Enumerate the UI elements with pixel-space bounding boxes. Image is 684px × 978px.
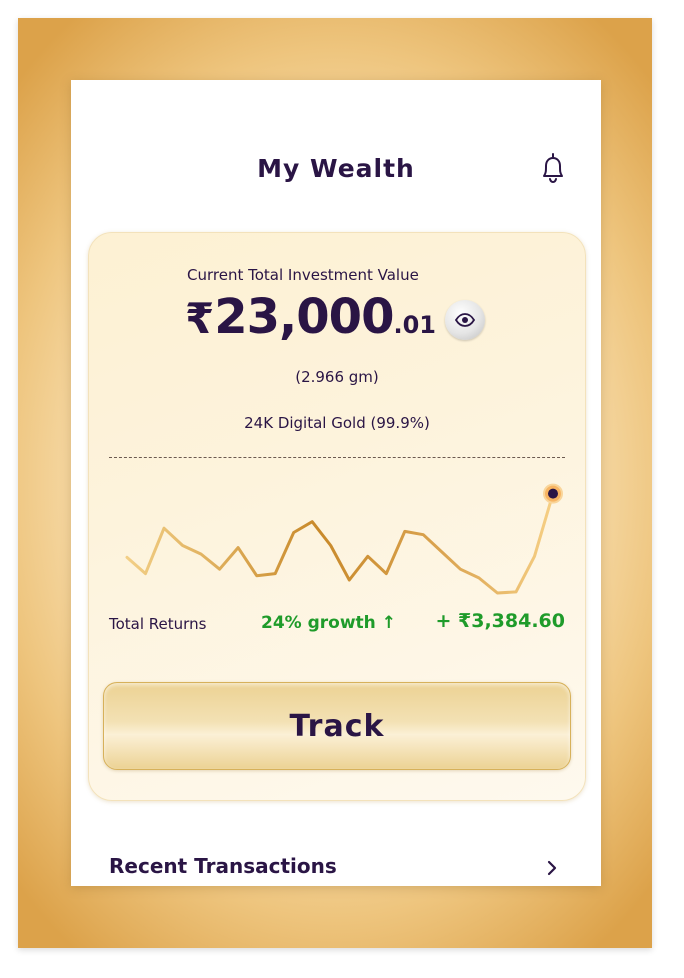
sparkline-line (125, 492, 555, 595)
chevron-right-icon[interactable] (545, 859, 559, 877)
gold-purity: 24K Digital Gold (99.9%) (244, 414, 430, 432)
page-title: My Wealth (257, 154, 415, 183)
amount-decimal: .01 (393, 311, 436, 339)
eye-icon (455, 313, 475, 327)
bell-icon[interactable] (537, 152, 569, 186)
wealth-card: Current Total Investment Value ₹23,000.0… (88, 232, 586, 801)
gold-weight: (2.966 gm) (295, 368, 379, 386)
recent-transactions-label[interactable]: Recent Transactions (109, 854, 337, 878)
amount-main: 23,000 (214, 289, 394, 345)
divider (109, 457, 565, 458)
investment-amount: ₹23,000.01 (185, 289, 436, 349)
sparkline-current-point-center (548, 488, 558, 499)
returns-sparkline (125, 483, 563, 595)
returns-amount: + ₹3,384.60 (435, 610, 565, 632)
investment-caption: Current Total Investment Value (187, 266, 419, 284)
total-returns-label: Total Returns (109, 615, 207, 633)
currency-symbol: ₹ (185, 294, 215, 343)
track-button[interactable]: Track (103, 682, 571, 770)
growth-percentage: 24% growth ↑ (261, 613, 396, 633)
visibility-toggle-button[interactable] (445, 300, 485, 340)
app-screen: My Wealth Current Total Investment Value… (71, 80, 601, 886)
